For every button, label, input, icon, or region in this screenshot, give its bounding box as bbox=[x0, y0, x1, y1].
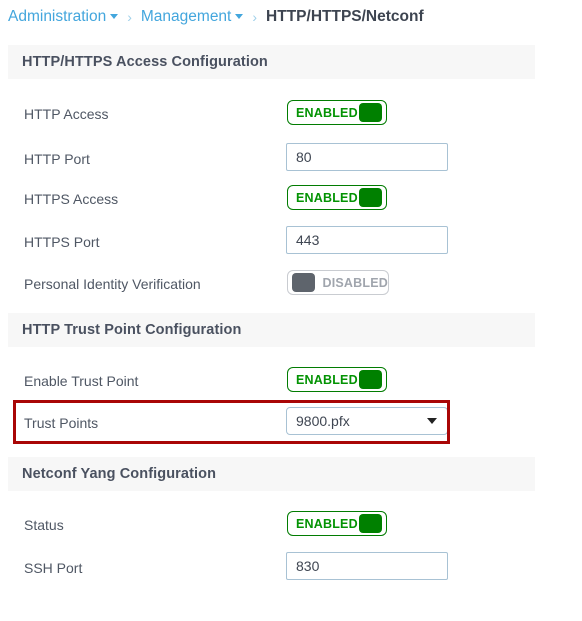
breadcrumb-label-administration: Administration bbox=[8, 8, 107, 25]
toggle-enable-trust-point-state: ENABLED bbox=[296, 372, 358, 387]
label-status: Status bbox=[24, 517, 64, 533]
toggle-netconf-status-state: ENABLED bbox=[296, 516, 358, 531]
section-header-netconf-label: Netconf Yang Configuration bbox=[22, 466, 217, 482]
breadcrumb-separator-1: › bbox=[127, 9, 132, 25]
breadcrumb-separator-2: › bbox=[252, 9, 258, 25]
toggle-personal-identity-verification-state: DISABLED bbox=[322, 275, 388, 290]
form-row-ssh-port: SSH Port bbox=[0, 552, 582, 583]
toggle-knob-icon bbox=[292, 273, 315, 292]
label-https-access: HTTPS Access bbox=[24, 191, 119, 207]
section-header-http-access-label: HTTP/HTTPS Access Configuration bbox=[22, 54, 268, 70]
toggle-knob-icon bbox=[359, 370, 382, 389]
toggle-personal-identity-verification[interactable]: DISABLED bbox=[287, 270, 389, 295]
toggle-enable-trust-point[interactable]: ENABLED bbox=[287, 367, 387, 392]
breadcrumb-label-management: Management bbox=[140, 8, 232, 25]
form-row-https-access: HTTPS Access ENABLED bbox=[0, 184, 582, 214]
toggle-http-access-state: ENABLED bbox=[296, 105, 358, 120]
form-row-trust-points: Trust Points 9800.pfx bbox=[0, 407, 582, 438]
form-row-https-port: HTTPS Port bbox=[0, 226, 582, 257]
section-header-trust-point: HTTP Trust Point Configuration bbox=[8, 313, 535, 347]
select-trust-points-value: 9800.pfx bbox=[296, 413, 350, 429]
toggle-knob-icon bbox=[359, 103, 382, 122]
section-header-http-access: HTTP/HTTPS Access Configuration bbox=[8, 45, 535, 79]
caret-down-icon bbox=[110, 13, 119, 19]
input-https-port[interactable] bbox=[286, 226, 448, 254]
label-https-port: HTTPS Port bbox=[24, 234, 100, 250]
breadcrumb-item-administration[interactable]: Administration bbox=[8, 8, 119, 26]
toggle-https-access[interactable]: ENABLED bbox=[287, 185, 387, 210]
toggle-https-access-state: ENABLED bbox=[296, 190, 358, 205]
label-http-port: HTTP Port bbox=[24, 151, 90, 167]
toggle-knob-icon bbox=[359, 514, 382, 533]
form-row-status: Status ENABLED bbox=[0, 510, 582, 540]
toggle-http-access[interactable]: ENABLED bbox=[287, 100, 387, 125]
select-trust-points[interactable]: 9800.pfx bbox=[286, 407, 448, 435]
form-row-personal-identity-verification: Personal Identity Verification DISABLED bbox=[0, 269, 582, 299]
breadcrumb-item-management[interactable]: Management bbox=[140, 8, 244, 26]
label-enable-trust-point: Enable Trust Point bbox=[24, 373, 139, 389]
label-personal-identity-verification: Personal Identity Verification bbox=[24, 276, 201, 292]
section-header-netconf: Netconf Yang Configuration bbox=[8, 457, 535, 491]
section-header-trust-point-label: HTTP Trust Point Configuration bbox=[22, 322, 242, 338]
input-ssh-port[interactable] bbox=[286, 552, 448, 580]
toggle-netconf-status[interactable]: ENABLED bbox=[287, 511, 387, 536]
label-trust-points: Trust Points bbox=[24, 415, 99, 431]
form-row-http-access: HTTP Access ENABLED bbox=[0, 99, 582, 129]
toggle-knob-icon bbox=[359, 188, 382, 207]
breadcrumb: Administration › Management › HTTP/HTTPS… bbox=[8, 3, 424, 31]
label-ssh-port: SSH Port bbox=[24, 560, 83, 576]
page-title: HTTP/HTTPS/Netconf bbox=[266, 8, 424, 25]
caret-down-icon bbox=[235, 13, 244, 19]
chevron-down-icon[interactable] bbox=[427, 418, 437, 424]
form-row-enable-trust-point: Enable Trust Point ENABLED bbox=[0, 366, 582, 396]
label-http-access: HTTP Access bbox=[24, 106, 109, 122]
input-http-port[interactable] bbox=[286, 143, 448, 171]
form-row-http-port: HTTP Port bbox=[0, 143, 582, 174]
